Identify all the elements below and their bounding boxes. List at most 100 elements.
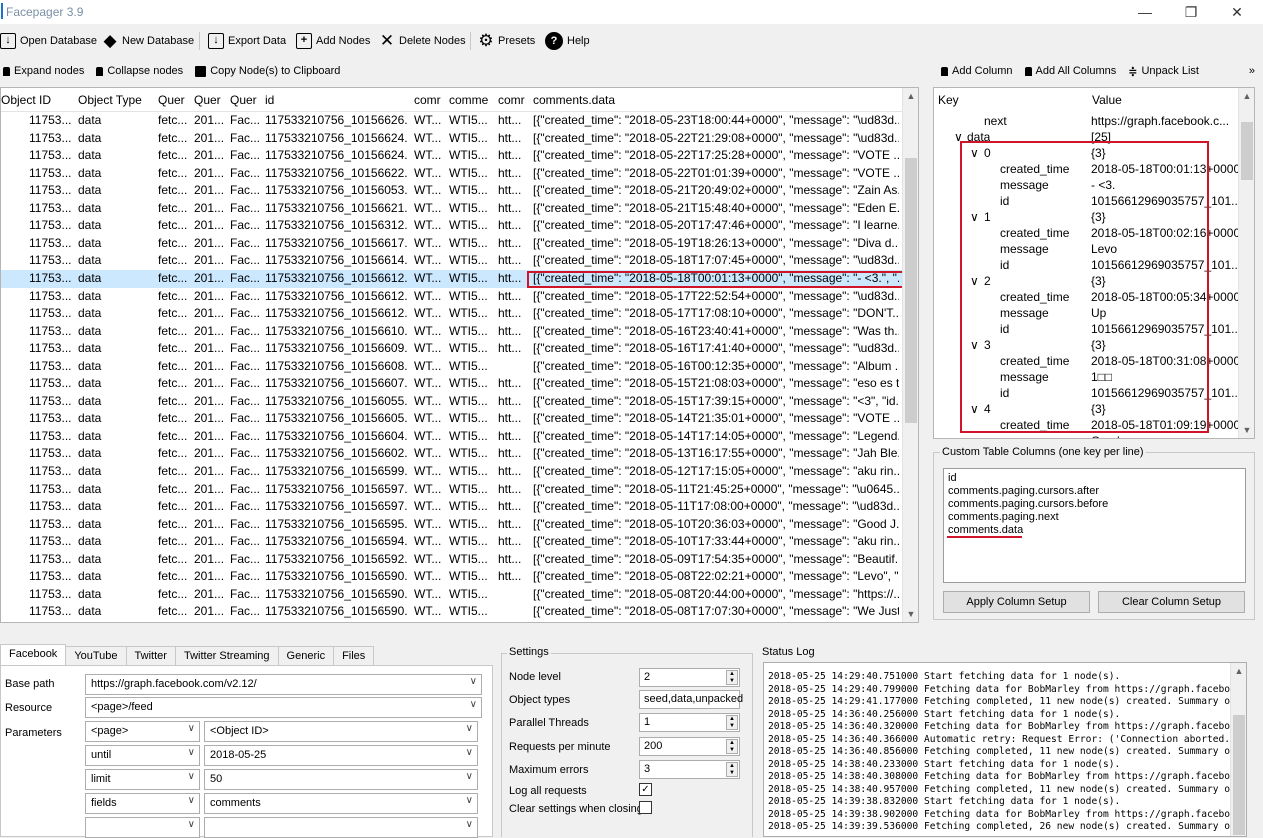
open-database-button[interactable]: ↓ Open Database — [0, 30, 97, 52]
scroll-up-icon[interactable]: ▲ — [1239, 88, 1254, 104]
object-types-input[interactable]: seed,data,unpacked — [639, 690, 743, 709]
table-row[interactable]: 11753... data fetc... 201... Fac... 117533210… — [1, 112, 903, 130]
column-header[interactable]: id — [265, 93, 405, 107]
table-row[interactable]: 11753... data fetc... 201... Fac... 117533210… — [1, 375, 903, 393]
scroll-up-icon[interactable]: ▲ — [903, 88, 918, 104]
add-column-button[interactable]: Add Column — [941, 65, 1013, 77]
column-header[interactable]: Quer — [230, 93, 260, 107]
clear-column-setup-button[interactable]: Clear Column Setup — [1098, 591, 1245, 613]
parameter-key-select[interactable]: <page> ∨ — [85, 721, 200, 742]
parameter-value-select[interactable]: 2018-05-25 ∨ — [204, 745, 478, 766]
copy-nodes-button[interactable]: Copy Node(s) to Clipboard — [195, 65, 340, 77]
tree-scrollbar[interactable]: ▲ ▼ — [1238, 88, 1254, 438]
restore-button[interactable]: ❐ — [1168, 2, 1214, 22]
parameter-value-select[interactable]: <Object ID> ∨ — [204, 721, 478, 742]
close-button[interactable]: ✕ — [1214, 2, 1260, 22]
spin-arrows-icon[interactable]: ▲ ▼ — [726, 762, 738, 777]
more-button[interactable]: » — [1249, 65, 1255, 77]
spin-arrows-icon[interactable]: ▲ ▼ — [726, 715, 738, 730]
status-log[interactable]: 2018-05-25 14:29:40.751000 Start fetchin… — [763, 662, 1247, 837]
apply-column-setup-button[interactable]: Apply Column Setup — [943, 591, 1090, 613]
table-row[interactable]: 11753... data fetc... 201... Fac... 117533210… — [1, 516, 903, 534]
delete-nodes-button[interactable]: ✕ Delete Nodes — [379, 30, 466, 52]
tree-row[interactable]: next https://graph.facebook.c... — [934, 114, 1239, 130]
custom-columns-input[interactable]: id comments.paging.cursors.after comments.… — [943, 468, 1246, 583]
value-header[interactable]: Value — [1092, 93, 1122, 107]
resource-select[interactable]: <page>/feed ∨ — [85, 697, 482, 718]
tab-files[interactable]: Files — [333, 646, 375, 666]
table-row[interactable]: 11753... data fetc... 201... Fac... 117533210… — [1, 165, 903, 183]
tab-twitter[interactable]: Twitter — [125, 646, 176, 666]
expand-nodes-button[interactable]: Expand nodes — [3, 65, 84, 77]
table-row[interactable]: 11753... data fetc... 201... Fac... 117533210… — [1, 393, 903, 411]
spin-arrows-icon[interactable]: ▲ ▼ — [726, 670, 738, 685]
scrollbar-thumb[interactable] — [1233, 715, 1245, 835]
new-database-button[interactable]: ◆ New Database — [102, 30, 194, 52]
help-button[interactable]: ? Help — [545, 30, 590, 52]
export-data-button[interactable]: ↓ Export Data — [208, 30, 286, 52]
parallel-threads-spinbox[interactable]: 1 ▲ ▼ — [639, 713, 740, 732]
minimize-button[interactable]: — — [1122, 2, 1168, 22]
parameter-key-select[interactable]: until ∨ — [85, 745, 200, 766]
parameter-value-select[interactable]: comments ∨ — [204, 793, 478, 814]
table-row[interactable]: 11753... data fetc... 201... Fac... 117533210… — [1, 551, 903, 569]
table-row[interactable]: 11753... data fetc... 201... Fac... 117533210… — [1, 235, 903, 253]
unpack-list-button[interactable]: ≑ Unpack List — [1128, 65, 1199, 78]
nodes-table[interactable]: Object ID Object Type Quer Quer Quer id … — [0, 87, 919, 623]
table-row[interactable]: 11753... data fetc... 201... Fac... 117533210… — [1, 130, 903, 148]
table-row[interactable]: 11753... data fetc... 201... Fac... 117533210… — [1, 586, 903, 604]
scroll-down-icon[interactable]: ▼ — [903, 606, 918, 622]
scrollbar-thumb[interactable] — [1241, 122, 1253, 180]
log-scrollbar[interactable]: ▲ — [1230, 663, 1246, 836]
column-header[interactable]: Object Type — [78, 93, 154, 107]
spin-arrows-icon[interactable]: ▲ ▼ — [726, 739, 738, 754]
table-row[interactable]: 11753... data fetc... 201... Fac... 117533210… — [1, 428, 903, 446]
maximum-errors-spinbox[interactable]: 3 ▲ ▼ — [639, 760, 740, 779]
parameter-value-select[interactable]: ∨ — [204, 817, 478, 838]
scrollbar-thumb[interactable] — [905, 158, 917, 423]
table-row[interactable]: 11753... data fetc... 201... Fac... 117533210… — [1, 323, 903, 341]
table-row[interactable]: 11753... data fetc... 201... Fac... 117533210… — [1, 288, 903, 306]
table-row[interactable]: 11753... data fetc... 201... Fac... 117533210… — [1, 217, 903, 235]
base-path-select[interactable]: https://graph.facebook.com/v2.12/ ∨ — [85, 674, 482, 695]
requests-per-minute-spinbox[interactable]: 200 ▲ ▼ — [639, 737, 740, 756]
parameter-key-select[interactable]: ∨ — [85, 817, 200, 838]
table-row[interactable]: 11753... data fetc... 201... Fac... 117533210… — [1, 305, 903, 323]
add-all-columns-button[interactable]: Add All Columns — [1024, 65, 1116, 77]
table-row[interactable]: 11753... data fetc... 201... Fac... 117533210… — [1, 481, 903, 499]
table-row[interactable]: 11753... data fetc... 201... Fac... 117533210… — [1, 200, 903, 218]
tree-row[interactable]: message One love — [934, 434, 1239, 438]
presets-button[interactable]: ⚙ Presets — [478, 30, 535, 52]
scroll-up-icon[interactable]: ▲ — [1231, 663, 1246, 679]
detail-tree[interactable]: Key Value next https://graph.facebook.c..… — [933, 87, 1255, 439]
table-row[interactable]: 11753... data fetc... 201... Fac... 117533210… — [1, 252, 903, 270]
table-row[interactable]: 11753... data fetc... 201... Fac... 117533210… — [1, 410, 903, 428]
clear-settings-checkbox[interactable] — [639, 801, 652, 814]
node-level-spinbox[interactable]: 2 ▲ ▼ — [639, 668, 740, 687]
tab-facebook[interactable]: Facebook — [0, 644, 67, 666]
table-row[interactable]: 11753... data fetc... 201... Fac... 117533210… — [1, 568, 903, 586]
table-row[interactable]: 11753... data fetc... 201... Fac... 117533210… — [1, 340, 903, 358]
table-row[interactable]: 11753... data fetc... 201... Fac... 117533210… — [1, 358, 903, 376]
table-row[interactable]: 11753... data fetc... 201... Fac... 117533210… — [1, 498, 903, 516]
table-row[interactable]: 11753... data fetc... 201... Fac... 117533210… — [1, 182, 903, 200]
tab-youtube[interactable]: YouTube — [65, 646, 127, 666]
column-header[interactable]: comr — [414, 93, 442, 107]
column-header[interactable]: Quer — [158, 93, 188, 107]
table-row[interactable]: 11753... data fetc... 201... Fac... 117533210… — [1, 463, 903, 481]
tab-twitter-streaming[interactable]: Twitter Streaming — [174, 646, 279, 666]
collapse-nodes-button[interactable]: Collapse nodes — [96, 65, 183, 77]
parameter-value-select[interactable]: 50 ∨ — [204, 769, 478, 790]
table-row[interactable]: 11753... data fetc... 201... Fac... 117533210… — [1, 533, 903, 551]
column-header[interactable]: comments.data — [533, 93, 893, 107]
column-header[interactable]: comr — [498, 93, 526, 107]
table-row[interactable]: 11753... data fetc... 201... Fac... 117533210… — [1, 445, 903, 463]
column-header[interactable]: Object ID — [1, 93, 71, 107]
column-header[interactable]: comme — [449, 93, 491, 107]
scroll-down-icon[interactable]: ▼ — [1239, 422, 1254, 438]
log-all-requests-checkbox[interactable]: ✓ — [639, 783, 652, 796]
key-header[interactable]: Key — [938, 93, 959, 107]
add-nodes-button[interactable]: + Add Nodes — [296, 30, 370, 52]
tab-generic[interactable]: Generic — [277, 646, 335, 666]
table-row[interactable]: 11753... data fetc... 201... Fac... 117533210… — [1, 147, 903, 165]
